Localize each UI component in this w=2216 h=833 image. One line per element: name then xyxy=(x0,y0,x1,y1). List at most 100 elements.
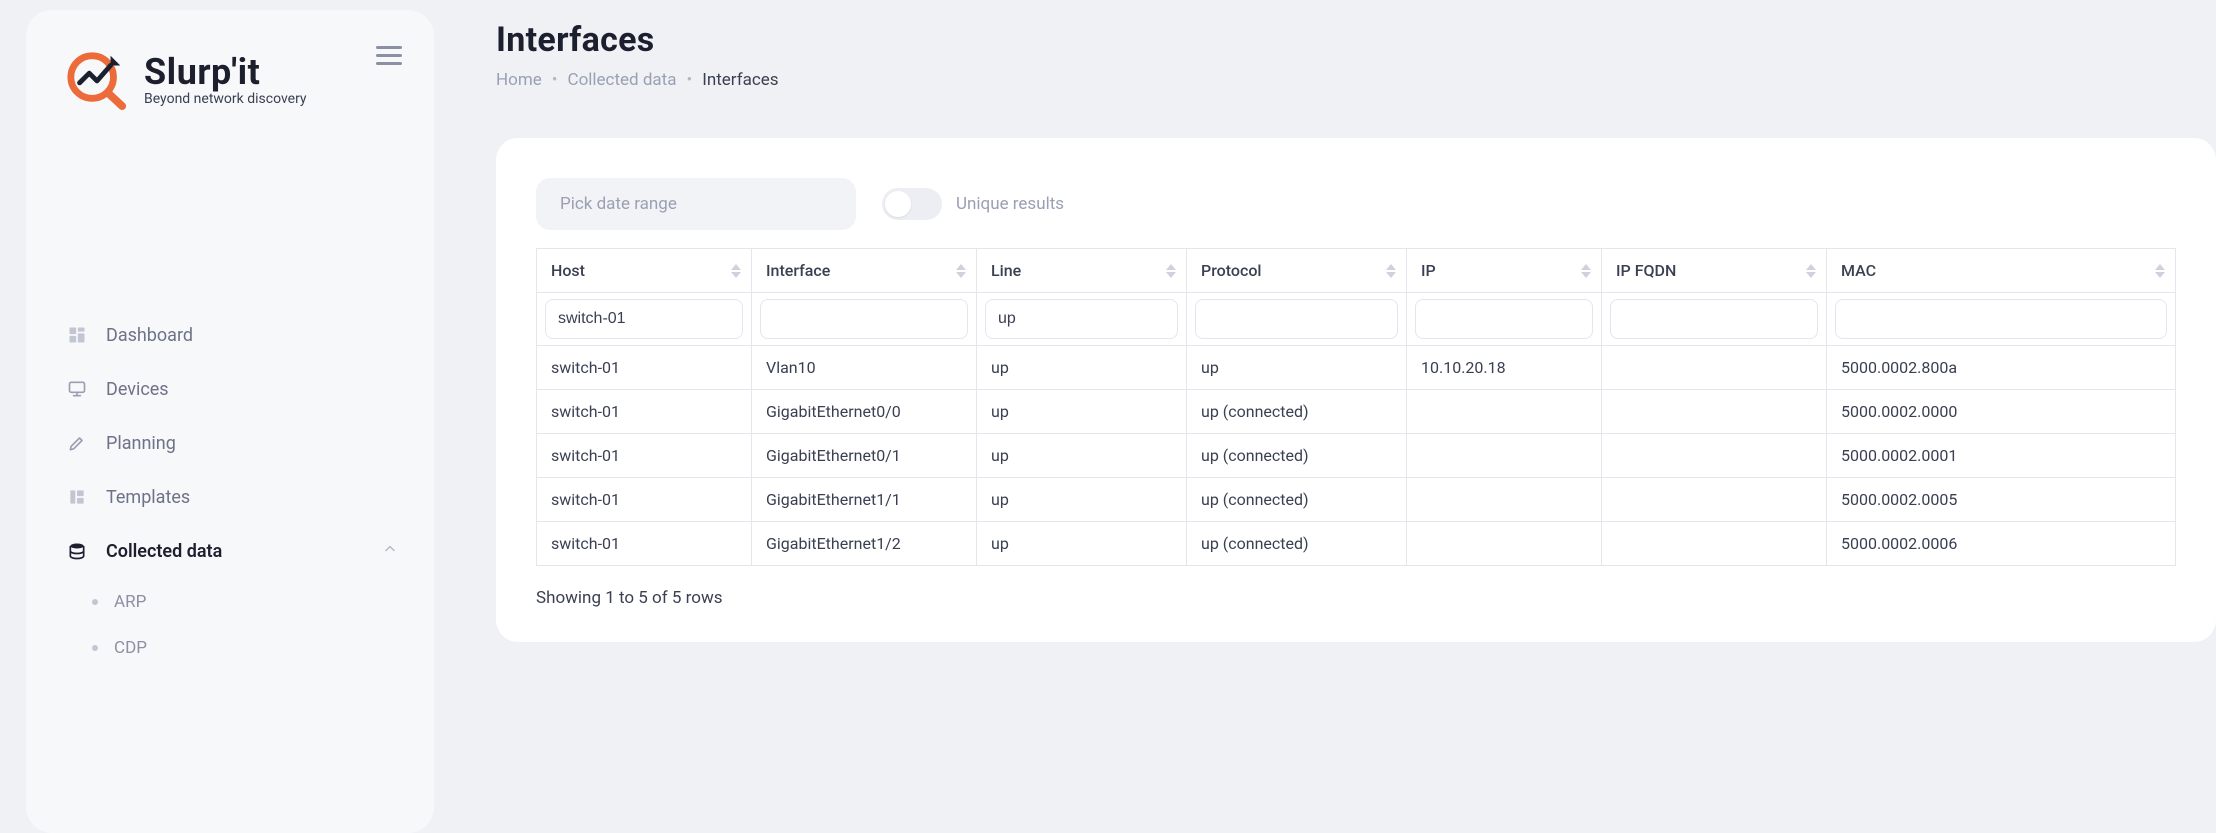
table-row[interactable]: switch-01 Vlan10 up up 10.10.20.18 5000.… xyxy=(537,346,2176,390)
cell-protocol: up (connected) xyxy=(1187,390,1407,434)
sidebar: Slurp'it Beyond network discovery Dashbo… xyxy=(0,0,460,833)
database-icon xyxy=(66,540,88,562)
sidebar-item-devices[interactable]: Devices xyxy=(48,364,412,414)
table-row[interactable]: switch-01 GigabitEthernet0/1 up up (conn… xyxy=(537,434,2176,478)
dashboard-icon xyxy=(66,324,88,346)
cell-ip-fqdn xyxy=(1602,478,1827,522)
filter-ip-fqdn-input[interactable] xyxy=(1610,299,1818,339)
cell-interface: Vlan10 xyxy=(752,346,977,390)
brand-tagline: Beyond network discovery xyxy=(144,91,307,107)
templates-icon xyxy=(66,486,88,508)
date-range-picker[interactable]: Pick date range xyxy=(536,178,856,230)
interfaces-table: Host Interface Line Protocol IP IP FQDN … xyxy=(536,248,2176,566)
table-header-row: Host Interface Line Protocol IP IP FQDN … xyxy=(537,249,2176,293)
filter-protocol-input[interactable] xyxy=(1195,299,1398,339)
sidebar-subitem-cdp[interactable]: CDP xyxy=(60,626,412,670)
menu-toggle-icon[interactable] xyxy=(376,46,402,65)
breadcrumb: Home • Collected data • Interfaces xyxy=(496,70,2216,90)
sidebar-item-label: Planning xyxy=(106,433,176,454)
col-header-mac[interactable]: MAC xyxy=(1827,249,2176,293)
breadcrumb-collected[interactable]: Collected data xyxy=(568,70,677,90)
cell-ip-fqdn xyxy=(1602,522,1827,566)
sort-icon xyxy=(1386,264,1396,278)
cell-protocol: up (connected) xyxy=(1187,434,1407,478)
cell-interface: GigabitEthernet1/1 xyxy=(752,478,977,522)
col-header-interface[interactable]: Interface xyxy=(752,249,977,293)
col-header-label: IP xyxy=(1421,261,1436,280)
cell-host: switch-01 xyxy=(537,390,752,434)
sort-icon xyxy=(731,264,741,278)
unique-results-toggle[interactable] xyxy=(882,188,942,220)
sidebar-item-planning[interactable]: Planning xyxy=(48,418,412,468)
unique-results-toggle-group: Unique results xyxy=(882,188,1064,220)
logo-mark-icon xyxy=(66,48,128,110)
sidebar-subitem-label: CDP xyxy=(114,638,147,658)
cell-interface: GigabitEthernet0/0 xyxy=(752,390,977,434)
sidebar-card: Slurp'it Beyond network discovery Dashbo… xyxy=(26,10,434,833)
table-filter-row xyxy=(537,293,2176,346)
col-header-label: Interface xyxy=(766,261,830,280)
sidebar-item-label: Devices xyxy=(106,379,169,400)
sidebar-item-dashboard[interactable]: Dashboard xyxy=(48,310,412,360)
col-header-label: IP FQDN xyxy=(1616,261,1676,280)
cell-ip-fqdn xyxy=(1602,390,1827,434)
col-header-label: Line xyxy=(991,261,1021,280)
breadcrumb-current: Interfaces xyxy=(702,70,778,90)
bullet-icon xyxy=(92,599,98,605)
cell-interface: GigabitEthernet1/2 xyxy=(752,522,977,566)
cell-ip xyxy=(1407,478,1602,522)
sidebar-item-label: Collected data xyxy=(106,541,222,562)
cell-host: switch-01 xyxy=(537,478,752,522)
filter-line-input[interactable] xyxy=(985,299,1178,339)
cell-protocol: up (connected) xyxy=(1187,522,1407,566)
cell-ip xyxy=(1407,390,1602,434)
filter-interface-input[interactable] xyxy=(760,299,968,339)
main-content: Interfaces Home • Collected data • Inter… xyxy=(460,0,2216,833)
cell-ip: 10.10.20.18 xyxy=(1407,346,1602,390)
filter-mac-input[interactable] xyxy=(1835,299,2167,339)
col-header-label: Protocol xyxy=(1201,261,1261,280)
devices-icon xyxy=(66,378,88,400)
cell-protocol: up xyxy=(1187,346,1407,390)
col-header-line[interactable]: Line xyxy=(977,249,1187,293)
cell-ip xyxy=(1407,434,1602,478)
main-nav: Dashboard Devices Planning Templates xyxy=(48,310,412,670)
col-header-ip-fqdn[interactable]: IP FQDN xyxy=(1602,249,1827,293)
sidebar-item-collected-data[interactable]: Collected data xyxy=(48,526,412,576)
sort-icon xyxy=(956,264,966,278)
cell-protocol: up (connected) xyxy=(1187,478,1407,522)
sort-icon xyxy=(1806,264,1816,278)
cell-line: up xyxy=(977,522,1187,566)
table-row[interactable]: switch-01 GigabitEthernet1/1 up up (conn… xyxy=(537,478,2176,522)
table-body: switch-01 Vlan10 up up 10.10.20.18 5000.… xyxy=(537,346,2176,566)
table-row[interactable]: switch-01 GigabitEthernet1/2 up up (conn… xyxy=(537,522,2176,566)
breadcrumb-sep: • xyxy=(686,70,692,90)
logo[interactable]: Slurp'it Beyond network discovery xyxy=(48,38,412,160)
cell-mac: 5000.0002.0000 xyxy=(1827,390,2176,434)
cell-mac: 5000.0002.800a xyxy=(1827,346,2176,390)
col-header-protocol[interactable]: Protocol xyxy=(1187,249,1407,293)
page-title: Interfaces xyxy=(496,20,2216,60)
cell-mac: 5000.0002.0005 xyxy=(1827,478,2176,522)
cell-ip-fqdn xyxy=(1602,434,1827,478)
unique-results-label: Unique results xyxy=(956,194,1064,214)
col-header-host[interactable]: Host xyxy=(537,249,752,293)
col-header-ip[interactable]: IP xyxy=(1407,249,1602,293)
cell-ip xyxy=(1407,522,1602,566)
planning-icon xyxy=(66,432,88,454)
cell-line: up xyxy=(977,434,1187,478)
sidebar-subitem-arp[interactable]: ARP xyxy=(60,580,412,624)
cell-line: up xyxy=(977,478,1187,522)
sort-icon xyxy=(2155,264,2165,278)
brand-name: Slurp'it xyxy=(144,51,307,93)
cell-ip-fqdn xyxy=(1602,346,1827,390)
sidebar-item-templates[interactable]: Templates xyxy=(48,472,412,522)
toggle-knob xyxy=(885,191,911,217)
filter-host-input[interactable] xyxy=(545,299,743,339)
cell-line: up xyxy=(977,346,1187,390)
breadcrumb-home[interactable]: Home xyxy=(496,70,542,90)
bullet-icon xyxy=(92,645,98,651)
table-row[interactable]: switch-01 GigabitEthernet0/0 up up (conn… xyxy=(537,390,2176,434)
filter-ip-input[interactable] xyxy=(1415,299,1593,339)
cell-mac: 5000.0002.0006 xyxy=(1827,522,2176,566)
